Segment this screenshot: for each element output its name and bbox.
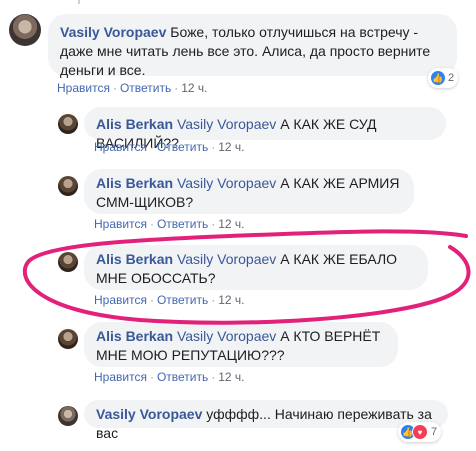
comment-time[interactable]: 12 ч. (218, 217, 244, 231)
comment-actions: Нравится · Ответить · 12 ч. (94, 217, 245, 231)
mention-link[interactable]: Vasily Voropaev (177, 251, 276, 267)
comment-time[interactable]: 12 ч. (181, 81, 207, 95)
comment-actions: Нравится · Ответить · 12 ч. (94, 370, 245, 384)
avatar[interactable] (58, 176, 78, 196)
comment-time[interactable]: 12 ч. (218, 140, 244, 154)
avatar[interactable] (58, 252, 78, 272)
comment-author[interactable]: Alis Berkan (96, 175, 173, 191)
comment-time[interactable]: 12 ч. (218, 293, 244, 307)
comment-author[interactable]: Vasily Voropaev (96, 406, 202, 422)
comment-bubble: Vasily Voropaev Боже, только отлучишься … (48, 14, 457, 78)
comment-actions: Нравится · Ответить · 12 ч. (94, 140, 245, 154)
like-link[interactable]: Нравится (94, 217, 147, 231)
comment-bubble: Vasily Voropaev уфффф... Начинаю пережив… (84, 400, 448, 441)
like-link[interactable]: Нравится (94, 293, 147, 307)
comment-bubble: Alis Berkan Vasily Voropaev А КАК ЖЕ ЕБА… (84, 245, 428, 290)
mention-link[interactable]: Vasily Voropaev (177, 116, 276, 132)
avatar[interactable] (58, 329, 78, 349)
comment-author[interactable]: Alis Berkan (96, 251, 173, 267)
comment-author[interactable]: Alis Berkan (96, 116, 173, 132)
reactions-badge[interactable]: 👍 ♥ 7 (398, 422, 442, 442)
comment-bubble: Alis Berkan Vasily Voropaev А КАК ЖЕ АРМ… (84, 169, 414, 214)
reactions-badge[interactable]: 👍 2 (428, 68, 459, 88)
like-reaction-icon: 👍 (430, 70, 446, 86)
avatar[interactable] (58, 114, 78, 134)
comment-bubble: Alis Berkan Vasily Voropaev А КТО ВЕРНЁТ… (84, 322, 398, 367)
comment-bubble: Alis Berkan Vasily Voropaev А КАК ЖЕ СУД… (84, 107, 446, 151)
reactions-count: 7 (431, 426, 438, 438)
avatar[interactable] (9, 14, 41, 46)
like-link[interactable]: Нравится (57, 81, 110, 95)
comment-actions: Нравится · Ответить · 12 ч. (57, 81, 208, 95)
thread-connector (78, 0, 80, 4)
reply-link[interactable]: Ответить (157, 217, 208, 231)
avatar[interactable] (58, 406, 78, 426)
like-link[interactable]: Нравится (94, 140, 147, 154)
comment-time[interactable]: 12 ч. (218, 370, 244, 384)
reactions-count: 2 (448, 72, 455, 84)
reply-link[interactable]: Ответить (157, 370, 208, 384)
reply-link[interactable]: Ответить (157, 140, 208, 154)
comment-author[interactable]: Vasily Voropaev (60, 24, 166, 40)
comment-actions: Нравится · Ответить · 12 ч. (94, 293, 245, 307)
like-link[interactable]: Нравится (94, 370, 147, 384)
mention-link[interactable]: Vasily Voropaev (177, 328, 276, 344)
love-reaction-icon: ♥ (412, 424, 428, 440)
mention-link[interactable]: Vasily Voropaev (177, 175, 276, 191)
reply-link[interactable]: Ответить (157, 293, 208, 307)
reply-link[interactable]: Ответить (120, 81, 171, 95)
comment-author[interactable]: Alis Berkan (96, 328, 173, 344)
